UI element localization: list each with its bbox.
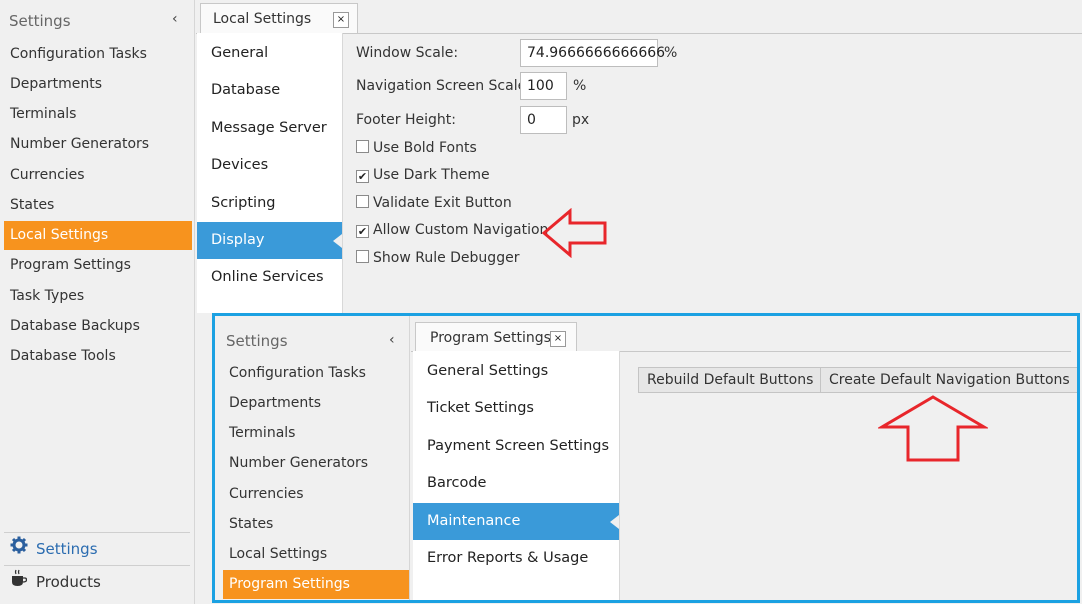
use-dark-theme-checkbox[interactable]: ✔ Use Dark Theme <box>356 167 490 183</box>
collapse-sidebar-icon[interactable]: ‹ <box>172 11 178 27</box>
tab-local-settings[interactable]: Local Settings × <box>200 3 358 33</box>
tab-local-settings-label: Local Settings <box>213 11 312 27</box>
sidebar-item-currencies[interactable]: Currencies <box>4 161 192 190</box>
show-rule-debugger-checkbox[interactable]: Show Rule Debugger <box>356 250 519 266</box>
window-scale-label: Window Scale: <box>356 45 459 61</box>
validate-exit-button-checkbox[interactable]: Validate Exit Button <box>356 195 512 211</box>
window-scale-unit: % <box>664 45 678 61</box>
inset-close-tab-icon[interactable]: × <box>550 331 566 347</box>
nav-products[interactable]: Products <box>4 565 190 598</box>
footer-height-label: Footer Height: <box>356 112 456 128</box>
inset-collapse-sidebar-icon[interactable]: ‹ <box>389 332 395 348</box>
red-arrow-up-icon <box>878 395 988 462</box>
use-bold-fonts-label: Use Bold Fonts <box>373 140 477 156</box>
checkmark-icon[interactable]: ✔ <box>356 170 369 183</box>
category-error-reports-usage[interactable]: Error Reports & Usage <box>413 540 619 577</box>
category-database[interactable]: Database <box>197 72 342 109</box>
sidebar-item-states[interactable]: States <box>4 191 192 220</box>
category-maintenance[interactable]: Maintenance <box>413 503 619 540</box>
category-online-services[interactable]: Online Services <box>197 259 342 296</box>
footer-height-input[interactable]: 0 <box>520 106 567 134</box>
inset-sidebar-item-states[interactable]: States <box>223 510 409 539</box>
sidebar-item-number-generators[interactable]: Number Generators <box>4 130 192 159</box>
category-ticket-settings[interactable]: Ticket Settings <box>413 390 619 427</box>
checkmark-icon[interactable]: ✔ <box>356 225 369 238</box>
nav-products-label: Products <box>36 573 101 591</box>
settings-sidebar: Settings ‹ Configuration Tasks Departmen… <box>0 0 195 604</box>
create-default-navigation-buttons-button[interactable]: Create Default Navigation Buttons <box>820 367 1077 393</box>
sidebar-item-local-settings[interactable]: Local Settings <box>4 221 192 250</box>
red-arrow-left-icon <box>542 208 607 258</box>
program-settings-inset: Settings ‹ Configuration Tasks Departmen… <box>212 313 1080 603</box>
show-rule-debugger-label: Show Rule Debugger <box>373 250 520 266</box>
sidebar-item-database-backups[interactable]: Database Backups <box>4 312 192 341</box>
footer-height-unit: px <box>572 112 590 128</box>
sidebar-item-task-types[interactable]: Task Types <box>4 282 192 311</box>
use-dark-theme-label: Use Dark Theme <box>373 167 490 183</box>
nav-screen-scale-input[interactable]: 100 <box>520 72 567 100</box>
sidebar-header: Settings <box>9 12 71 30</box>
inset-sidebar-item-departments[interactable]: Departments <box>223 389 409 418</box>
category-payment-screen-settings[interactable]: Payment Screen Settings <box>413 428 619 465</box>
close-tab-icon[interactable]: × <box>333 12 349 28</box>
category-display[interactable]: Display <box>197 222 342 259</box>
inset-sidebar-item-configuration-tasks[interactable]: Configuration Tasks <box>223 359 409 388</box>
category-scripting[interactable]: Scripting <box>197 185 342 222</box>
inset-sidebar-item-number-generators[interactable]: Number Generators <box>223 449 409 478</box>
checkbox-box[interactable] <box>356 195 369 208</box>
sidebar-item-program-settings[interactable]: Program Settings <box>4 251 192 280</box>
coffee-cup-icon <box>8 566 30 598</box>
use-bold-fonts-checkbox[interactable]: Use Bold Fonts <box>356 140 477 156</box>
nav-screen-scale-unit: % <box>573 78 587 94</box>
sidebar-item-terminals[interactable]: Terminals <box>4 100 192 129</box>
inset-sidebar-item-terminals[interactable]: Terminals <box>223 419 409 448</box>
inset-sidebar-item-local-settings[interactable]: Local Settings <box>223 540 409 569</box>
rebuild-default-buttons-button[interactable]: Rebuild Default Buttons <box>638 367 823 393</box>
checkbox-box[interactable] <box>356 250 369 263</box>
sidebar-item-configuration-tasks[interactable]: Configuration Tasks <box>4 40 192 69</box>
tab-program-settings[interactable]: Program Settings × <box>415 322 577 352</box>
sidebar-item-departments[interactable]: Departments <box>4 70 192 99</box>
category-general[interactable]: General <box>197 35 342 72</box>
window-scale-input[interactable]: 74.9666666666666 <box>520 39 665 67</box>
nav-settings-label: Settings <box>36 540 98 558</box>
nav-settings[interactable]: Settings <box>4 532 190 565</box>
nav-screen-scale-label: Navigation Screen Scale: <box>356 78 531 94</box>
allow-custom-navigation-checkbox[interactable]: ✔ Allow Custom Navigation <box>356 222 548 238</box>
inset-sidebar-item-currencies[interactable]: Currencies <box>223 480 409 509</box>
category-general-settings[interactable]: General Settings <box>413 353 619 390</box>
inset-sidebar-header: Settings <box>226 332 288 350</box>
allow-custom-navigation-label: Allow Custom Navigation <box>373 222 549 238</box>
checkbox-box[interactable] <box>356 140 369 153</box>
tab-program-settings-label: Program Settings <box>430 330 551 346</box>
category-barcode[interactable]: Barcode <box>413 465 619 502</box>
category-message-server[interactable]: Message Server <box>197 110 342 147</box>
gear-icon <box>8 533 30 565</box>
sidebar-item-database-tools[interactable]: Database Tools <box>4 342 192 371</box>
category-devices[interactable]: Devices <box>197 147 342 184</box>
inset-sidebar-item-program-settings[interactable]: Program Settings <box>223 570 409 599</box>
validate-exit-button-label: Validate Exit Button <box>373 195 512 211</box>
local-settings-category-list: General Database Message Server Devices … <box>197 33 343 313</box>
program-settings-category-list: General Settings Ticket Settings Payment… <box>413 351 620 600</box>
inset-settings-sidebar: Settings ‹ Configuration Tasks Departmen… <box>215 316 410 600</box>
